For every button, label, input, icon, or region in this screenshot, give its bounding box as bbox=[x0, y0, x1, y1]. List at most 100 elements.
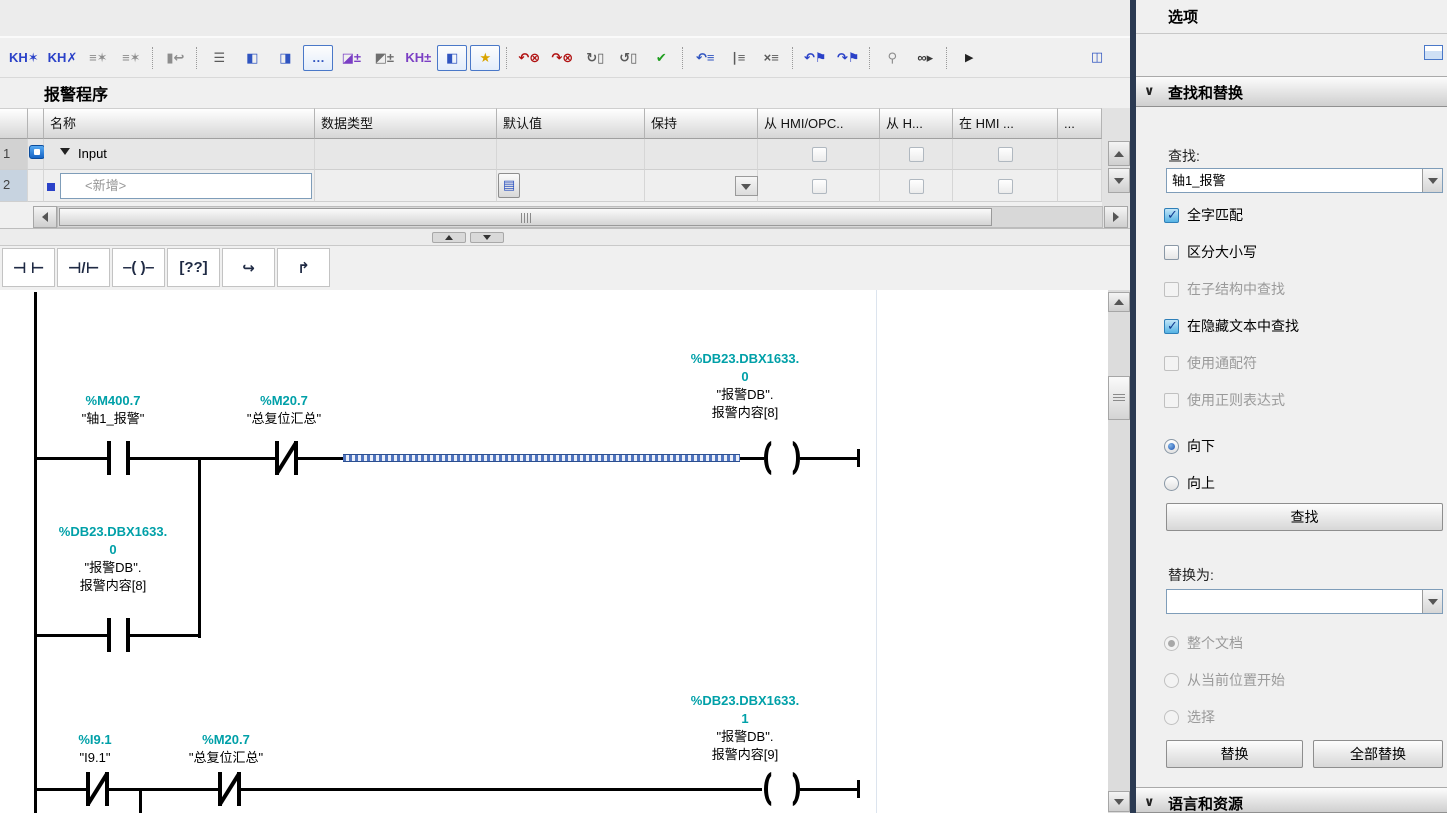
splitter-collapse-up-button[interactable] bbox=[432, 232, 466, 243]
scope-selection-radio[interactable]: 选择 bbox=[1164, 707, 1285, 727]
no-contact-button[interactable]: ⊣ ⊢ bbox=[2, 248, 55, 287]
hmi-checkbox[interactable] bbox=[998, 179, 1013, 194]
no-contact[interactable] bbox=[107, 618, 130, 652]
row1-retain-cell[interactable] bbox=[645, 139, 758, 170]
find-dropdown-button[interactable] bbox=[1422, 169, 1442, 192]
column-header-from-h[interactable]: 从 H... bbox=[880, 108, 953, 139]
coil[interactable] bbox=[762, 772, 802, 806]
monitoring-glasses-icon[interactable]: ∞▸ bbox=[910, 45, 940, 71]
row-input-name-cell[interactable]: Input bbox=[44, 139, 315, 170]
nc-contact[interactable] bbox=[218, 772, 241, 806]
previous-error-icon[interactable]: ↶⊗ bbox=[514, 45, 544, 71]
edit-favorites-icon[interactable]: ★ bbox=[470, 45, 500, 71]
hmi-checkbox[interactable] bbox=[909, 147, 924, 162]
table-scroll-left-button[interactable] bbox=[33, 206, 57, 228]
find-replace-section-header[interactable]: ∨ 查找和替换 bbox=[1136, 76, 1447, 107]
insert-network-icon[interactable]: KH✶ bbox=[6, 45, 42, 71]
in-hidden-text-checkbox[interactable]: 在隐藏文本中查找 bbox=[1164, 316, 1299, 336]
column-header-from-hmi-opc[interactable]: 从 HMI/OPC.. bbox=[758, 108, 880, 139]
column-header-in-hmi[interactable]: 在 HMI ... bbox=[953, 108, 1058, 139]
operand-info-icon[interactable]: ◪± bbox=[336, 45, 366, 71]
operand-label[interactable]: %I9.1 "I9.1" bbox=[20, 731, 170, 767]
match-case-checkbox[interactable]: 区分大小写 bbox=[1164, 242, 1299, 262]
in-substructures-checkbox[interactable]: 在子结构中查找 bbox=[1164, 279, 1299, 299]
operand-label[interactable]: %M20.7 "总复位汇总" bbox=[151, 731, 301, 767]
next-error-icon[interactable]: ↷⊗ bbox=[547, 45, 577, 71]
open-branch-button[interactable]: ↪ bbox=[222, 248, 275, 287]
renumber-operands-icon[interactable]: ≡✶ bbox=[116, 45, 146, 71]
nc-contact[interactable] bbox=[275, 441, 298, 475]
new-variable-input[interactable]: <新增> bbox=[60, 173, 312, 199]
row1-default-cell[interactable] bbox=[497, 139, 645, 170]
upload-icon[interactable]: ↺▯ bbox=[613, 45, 643, 71]
find-references-icon[interactable]: ⚲ bbox=[877, 45, 907, 71]
float-window-icon[interactable] bbox=[1424, 45, 1443, 60]
ladder-scroll-up-button[interactable] bbox=[1108, 292, 1130, 312]
splitter-bar[interactable] bbox=[0, 228, 1130, 246]
network-sequence-icon[interactable]: ◧ bbox=[237, 45, 267, 71]
download-icon[interactable]: ↻▯ bbox=[580, 45, 610, 71]
column-header-datatype[interactable]: 数据类型 bbox=[315, 108, 497, 139]
hmi-checkbox[interactable] bbox=[812, 179, 827, 194]
previous-bookmark-icon[interactable]: ↶⚑ bbox=[800, 45, 830, 71]
favorites-bar-icon[interactable]: ◧ bbox=[437, 45, 467, 71]
table-hscroll-thumb[interactable] bbox=[59, 208, 992, 226]
column-header-more[interactable]: ... bbox=[1058, 108, 1102, 139]
column-header-retain[interactable]: 保持 bbox=[645, 108, 758, 139]
collapse-icon[interactable]: ∨ bbox=[1144, 794, 1155, 810]
regex-checkbox[interactable]: 使用正则表达式 bbox=[1164, 390, 1299, 410]
table-scroll-right-button[interactable] bbox=[1104, 206, 1128, 228]
delete-network-icon[interactable]: KH✗ bbox=[45, 45, 81, 71]
ladder-vscroll-thumb[interactable] bbox=[1108, 376, 1130, 420]
renumber-networks-icon[interactable]: ≡✶ bbox=[83, 45, 113, 71]
find-button[interactable]: 查找 bbox=[1166, 503, 1443, 531]
operand-label[interactable]: %M400.7 "轴1_报警" bbox=[28, 392, 198, 428]
ladder-editor-canvas[interactable]: %M400.7 "轴1_报警" %M20.7 "总复位汇总" %DB23.DBX… bbox=[0, 290, 1108, 813]
wildcards-checkbox[interactable]: 使用通配符 bbox=[1164, 353, 1299, 373]
next-bookmark-icon[interactable]: ↷⚑ bbox=[833, 45, 863, 71]
whole-words-checkbox[interactable]: 全字匹配 bbox=[1164, 205, 1299, 225]
replace-button[interactable]: 替换 bbox=[1166, 740, 1303, 768]
languages-resources-section-header[interactable]: ∨ 语言和资源 bbox=[1136, 787, 1447, 813]
column-header-name[interactable]: 名称 bbox=[44, 108, 315, 139]
column-header-default[interactable]: 默认值 bbox=[497, 108, 645, 139]
find-input[interactable]: 轴1_报警 bbox=[1166, 168, 1443, 193]
collapse-icon[interactable]: ∨ bbox=[1144, 83, 1155, 99]
splitter-collapse-down-button[interactable] bbox=[470, 232, 504, 243]
replace-all-button[interactable]: 全部替换 bbox=[1313, 740, 1443, 768]
selected-wire[interactable] bbox=[343, 454, 740, 462]
direction-up-radio[interactable]: 向上 bbox=[1164, 473, 1215, 493]
call-structure-icon[interactable]: ↶≡ bbox=[690, 45, 720, 71]
close-branch-button[interactable]: ↱ bbox=[277, 248, 330, 287]
hmi-checkbox[interactable] bbox=[909, 179, 924, 194]
coil-button[interactable]: ‒( )‒ bbox=[112, 248, 165, 287]
split-editor-icon[interactable]: ◫ bbox=[1082, 44, 1112, 70]
keep-connection-icon[interactable]: ▮↩ bbox=[160, 45, 190, 71]
comment-info-icon[interactable]: ◩± bbox=[369, 45, 399, 71]
ladder-scroll-down-button[interactable] bbox=[1108, 791, 1130, 812]
row2-datatype-cell[interactable] bbox=[315, 170, 497, 202]
retain-dropdown[interactable] bbox=[735, 176, 758, 196]
direction-down-radio[interactable]: 向下 bbox=[1164, 436, 1215, 456]
network-title-icon[interactable]: ◨ bbox=[270, 45, 300, 71]
network-comments-icon[interactable]: … bbox=[303, 45, 333, 71]
nc-contact-button[interactable]: ⊣/⊢ bbox=[57, 248, 110, 287]
table-scroll-down-button[interactable] bbox=[1108, 168, 1130, 193]
ladder-vscroll-track[interactable] bbox=[1108, 290, 1130, 813]
symbol-info-icon[interactable]: KH± bbox=[402, 45, 434, 71]
absolute-operands-icon[interactable]: ☰ bbox=[204, 45, 234, 71]
scope-whole-document-radio[interactable]: 整个文档 bbox=[1164, 633, 1285, 653]
datatype-picker-button[interactable]: ▤ bbox=[498, 173, 520, 198]
row1-datatype-cell[interactable] bbox=[315, 139, 497, 170]
coil[interactable] bbox=[762, 441, 802, 475]
hmi-checkbox[interactable] bbox=[998, 147, 1013, 162]
operand-label[interactable]: %DB23.DBX1633. 0 "报警DB". 报警内容[8] bbox=[660, 350, 830, 422]
operand-label[interactable]: %DB23.DBX1633. 0 "报警DB". 报警内容[8] bbox=[28, 523, 198, 595]
operand-label[interactable]: %M20.7 "总复位汇总" bbox=[199, 392, 369, 428]
more-commands-icon[interactable]: ▶ bbox=[954, 45, 984, 71]
no-contact[interactable] bbox=[107, 441, 130, 475]
operand-label[interactable]: %DB23.DBX1633. 1 "报警DB". 报警内容[9] bbox=[660, 692, 830, 764]
nc-contact[interactable] bbox=[86, 772, 109, 806]
empty-box-button[interactable]: [??] bbox=[167, 248, 220, 287]
insert-row-icon[interactable]: ∣≡ bbox=[723, 45, 753, 71]
